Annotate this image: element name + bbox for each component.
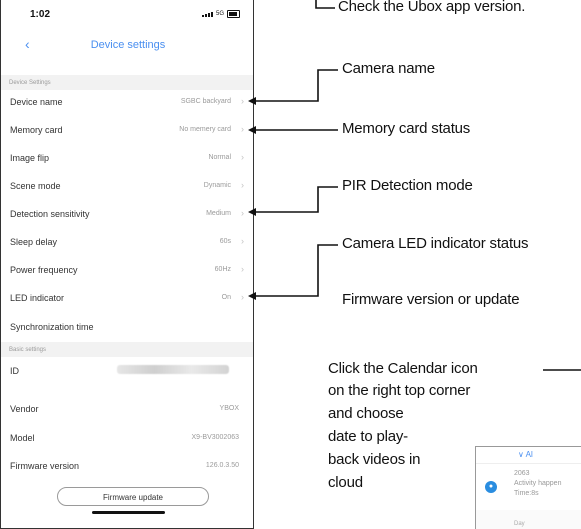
event-activity: Activity happen bbox=[514, 480, 562, 487]
annotation-calendar-line: cloud bbox=[328, 474, 363, 491]
annotation-calendar-line: date to play- bbox=[328, 428, 408, 445]
annotation-pir: PIR Detection mode bbox=[342, 177, 473, 194]
annotation-memory-card: Memory card status bbox=[342, 120, 471, 137]
callout-pir bbox=[248, 186, 338, 216]
annotation-led: Camera LED indicator status bbox=[342, 235, 529, 252]
annotation-firmware: Firmware version or update bbox=[342, 291, 520, 308]
callout-camera-name bbox=[248, 69, 338, 105]
event-time: Time:8s bbox=[514, 490, 539, 497]
annotation-calendar-line: back videos in bbox=[328, 451, 421, 468]
callout-ubox bbox=[315, 0, 335, 9]
day-label: Day bbox=[514, 521, 525, 527]
annotation-ubox-version: Check the Ubox app version. bbox=[338, 0, 526, 15]
annotation-camera-name: Camera name bbox=[342, 60, 435, 77]
annotation-calendar-line: Click the Calendar icon bbox=[328, 360, 478, 377]
calendar-snippet: ∨ Al 2063 Activity happen Time:8s ● Day bbox=[475, 446, 581, 529]
event-id: 2063 bbox=[514, 470, 530, 477]
snippet-filter[interactable]: ∨ Al bbox=[518, 450, 533, 459]
callout-led bbox=[248, 244, 338, 300]
annotation-calendar-line: on the right top corner bbox=[328, 382, 471, 399]
annotation-calendar-line: and choose bbox=[328, 405, 404, 422]
snippet-header: ∨ Al bbox=[476, 447, 581, 463]
bell-icon: ● bbox=[485, 481, 497, 493]
